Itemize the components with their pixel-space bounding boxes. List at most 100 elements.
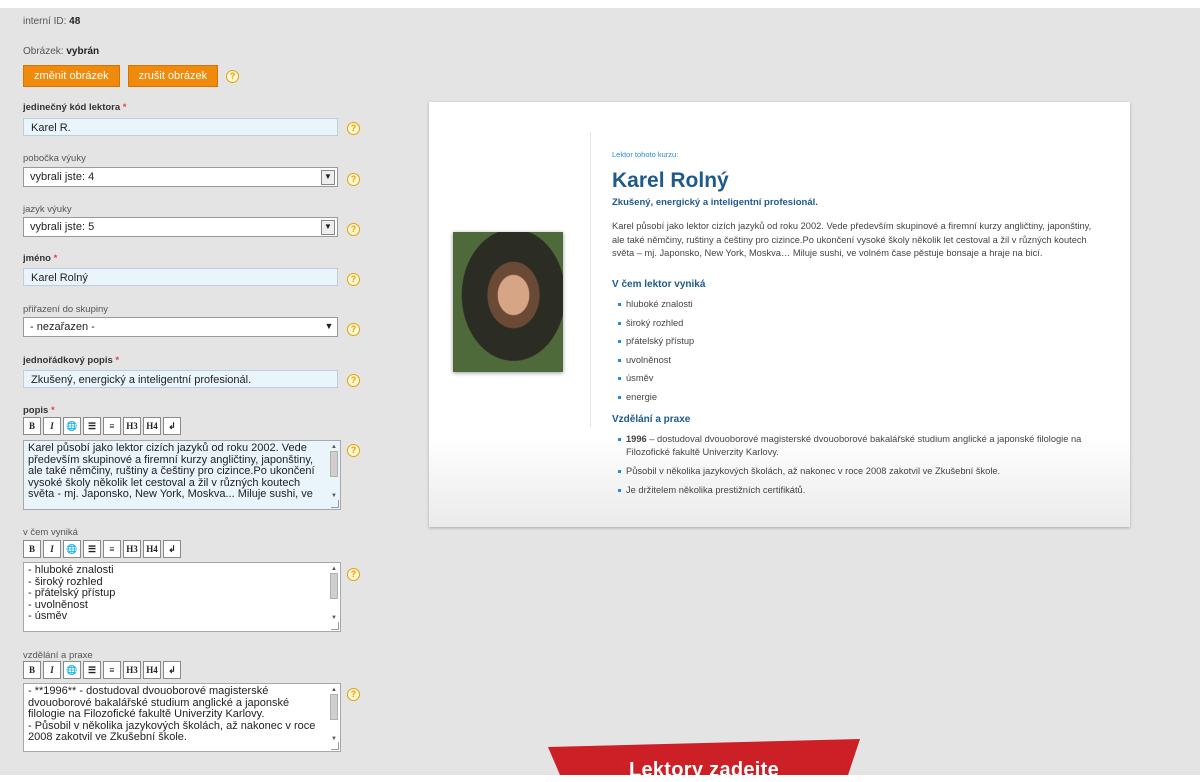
education-textarea[interactable]: - **1996** - dostudoval dvouoborové magi… [23, 683, 341, 752]
text-line: filologie na Filozofické fakultě Univerz… [28, 708, 265, 720]
strengths-textarea[interactable]: - hluboké znalosti - široký rozhled - př… [23, 562, 341, 632]
resize-handle[interactable] [331, 500, 339, 508]
text-line: ale také němčiny, ruštiny a češtiny pro … [28, 465, 315, 477]
scrollbar[interactable]: ▲ ▼ [329, 442, 339, 503]
list-item: Je držitelem několika prestižních certif… [618, 484, 1118, 497]
branch-select[interactable]: vybrali jste: 4 ▼ [23, 167, 338, 187]
help-icon[interactable]: ? [347, 568, 360, 581]
text-line: světa - mj. Japonsko, New York, Moskva..… [28, 488, 313, 500]
chevron-down-icon: ▼ [321, 170, 335, 185]
help-icon[interactable]: ? [347, 223, 360, 236]
preview-education-list: 1996 – dostudoval dvouoborové magistersk… [618, 433, 1118, 503]
list-item: úsměv [618, 373, 694, 392]
text-line: Karel působí jako lektor cizích jazyků o… [28, 442, 307, 454]
editor-toolbar: B I 🌐 ☰ ≡ H3 H4 ↲ [23, 540, 181, 558]
list-item: uvolněnost [618, 355, 694, 374]
bold-button[interactable]: B [23, 661, 41, 679]
help-icon[interactable]: ? [347, 273, 360, 286]
heading-3-button[interactable]: H3 [123, 540, 141, 558]
oneliner-input[interactable]: Zkušený, energický a inteligentní profes… [23, 370, 338, 388]
lector-preview-card: Lektor tohoto kurzu: Karel Rolný Zkušený… [429, 102, 1130, 527]
preview-name: Karel Rolný [612, 169, 729, 192]
scrollbar[interactable]: ▲ ▼ [329, 685, 339, 745]
promo-banner[interactable]: Lektory zadejte [548, 739, 860, 781]
text-line: - uvolněnost [28, 598, 88, 611]
list-item: hluboké znalosti [618, 299, 694, 318]
preview-kicker: Lektor tohoto kurzu: [612, 150, 679, 159]
bio-line: Karel působí jako lektor cizích jazyků o… [612, 221, 1092, 231]
scrollbar[interactable]: ▲ ▼ [329, 564, 339, 625]
field-label-name: jméno * [23, 253, 58, 264]
preview-tagline: Zkušený, energický a inteligentní profes… [612, 197, 818, 208]
description-textarea[interactable]: Karel působí jako lektor cizích jazyků o… [23, 440, 341, 510]
image-buttons: změnit obrázek zrušit obrázek ? [23, 65, 240, 87]
heading-4-button[interactable]: H4 [143, 417, 161, 435]
line-break-icon[interactable]: ↲ [163, 661, 181, 679]
field-label-branch: pobočka výuky [23, 153, 86, 164]
bulleted-list-icon[interactable]: ☰ [83, 540, 101, 558]
text-line: - úsměv [28, 610, 68, 622]
help-icon[interactable]: ? [347, 444, 360, 457]
help-icon[interactable]: ? [347, 173, 360, 186]
heading-4-button[interactable]: H4 [143, 661, 161, 679]
link-icon[interactable]: 🌐 [63, 661, 81, 679]
text-line: - hluboké znalosti [28, 564, 114, 576]
chevron-down-icon: ▼ [321, 220, 335, 235]
resize-handle[interactable] [331, 742, 339, 750]
numbered-list-icon[interactable]: ≡ [103, 661, 121, 679]
line-break-icon[interactable]: ↲ [163, 417, 181, 435]
image-status-value: vybrán [66, 46, 100, 57]
preview-strengths-title: V čem lektor vyniká [612, 279, 706, 290]
name-input[interactable]: Karel Rolný [23, 268, 338, 286]
italic-button[interactable]: I [43, 661, 61, 679]
top-strip [0, 0, 1200, 8]
text-line: 2008 zakotvil ve Zkušební škole. [28, 731, 187, 743]
bio-line: světa – mj. Japonsko, New York, Moskva… … [612, 248, 1043, 258]
editor-toolbar: B I 🌐 ☰ ≡ H3 H4 ↲ [23, 661, 181, 679]
text-line: - přátelský přístup [28, 587, 116, 599]
image-status-label: Obrázek: [23, 46, 64, 57]
admin-content: interní ID: 48 Obrázek: vybrán změnit ob… [0, 8, 1200, 775]
link-icon[interactable]: 🌐 [63, 540, 81, 558]
resize-handle[interactable] [331, 622, 339, 630]
cancel-image-button[interactable]: zrušit obrázek [127, 65, 219, 87]
heading-4-button[interactable]: H4 [143, 540, 161, 558]
preview-education-title: Vzdělání a praxe [612, 414, 691, 425]
editor-toolbar: B I 🌐 ☰ ≡ H3 H4 ↲ [23, 417, 181, 435]
list-item: přátelský přístup [618, 336, 694, 355]
internal-id-value: 48 [69, 16, 81, 27]
italic-button[interactable]: I [43, 417, 61, 435]
numbered-list-icon[interactable]: ≡ [103, 417, 121, 435]
bold-button[interactable]: B [23, 417, 41, 435]
field-label-oneliner: jednořádkový popis * [23, 355, 120, 366]
bulleted-list-icon[interactable]: ☰ [83, 417, 101, 435]
code-input[interactable]: Karel R. [23, 118, 338, 136]
field-label-strengths: v čem vyniká [23, 527, 78, 538]
list-item: široký rozhled [618, 318, 694, 337]
help-icon[interactable]: ? [347, 374, 360, 387]
preview-bio: Karel působí jako lektor cizích jazyků o… [612, 220, 1112, 261]
help-icon[interactable]: ? [226, 69, 240, 83]
bold-button[interactable]: B [23, 540, 41, 558]
italic-button[interactable]: I [43, 540, 61, 558]
banner-text: Lektory zadejte [628, 759, 780, 781]
preview-strengths-list: hluboké znalosti široký rozhled přátelsk… [618, 299, 694, 410]
change-image-button[interactable]: změnit obrázek [23, 65, 120, 87]
numbered-list-icon[interactable]: ≡ [103, 540, 121, 558]
field-label-education: vzdělání a praxe [23, 650, 93, 661]
help-icon[interactable]: ? [347, 688, 360, 701]
lector-photo [453, 232, 563, 372]
heading-3-button[interactable]: H3 [123, 417, 141, 435]
image-status: Obrázek: vybrán [23, 46, 99, 57]
internal-id: interní ID: 48 [23, 16, 80, 27]
field-label-group: přiřazení do skupiny [23, 304, 109, 315]
language-select[interactable]: vybrali jste: 5 ▼ [23, 217, 338, 237]
help-icon[interactable]: ? [347, 122, 360, 135]
chevron-down-icon: ▼ [324, 321, 334, 331]
line-break-icon[interactable]: ↲ [163, 540, 181, 558]
group-select[interactable]: - nezařazen - ▼ [23, 317, 338, 337]
help-icon[interactable]: ? [347, 323, 360, 336]
heading-3-button[interactable]: H3 [123, 661, 141, 679]
link-icon[interactable]: 🌐 [63, 417, 81, 435]
bulleted-list-icon[interactable]: ☰ [83, 661, 101, 679]
